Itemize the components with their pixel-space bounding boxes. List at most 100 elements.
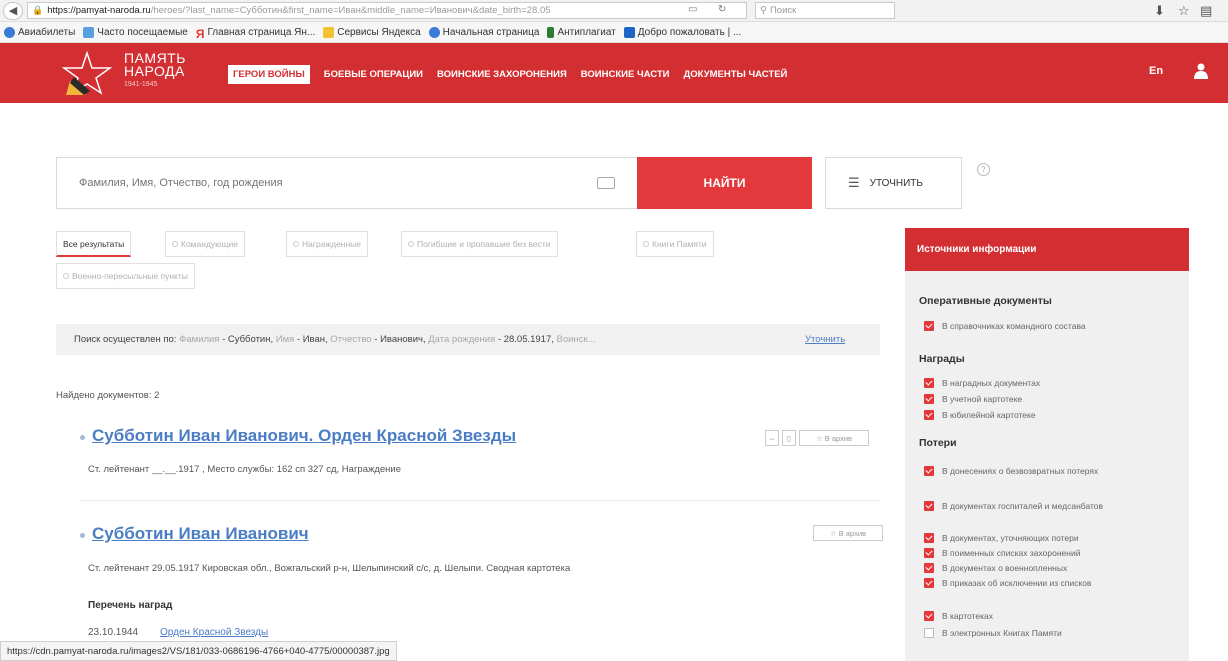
yandex-icon: Я [195, 26, 205, 41]
checkbox-checked-icon [924, 578, 934, 588]
query-key: Отчество [330, 334, 372, 345]
browser-toolbar: ◀ 🔒 https://pamyat-naroda.ru /heroes/?la… [0, 0, 1228, 22]
url-path: /heroes/?last_name=Субботин&first_name=И… [150, 5, 551, 16]
divider [80, 500, 880, 501]
bookmark-item[interactable]: Я Главная страница Ян... [195, 26, 316, 41]
nav-heroes[interactable]: ГЕРОИ ВОЙНЫ [228, 65, 310, 84]
source-checkbox[interactable]: В донесениях о безвозвратных потерях [924, 466, 1104, 476]
bookmark-item[interactable]: Начальная страница [428, 26, 540, 38]
checkbox-label: В наградных документах [942, 378, 1041, 388]
source-checkbox[interactable]: В документах, уточняющих потери [924, 533, 1079, 543]
reload-icon[interactable]: ↻ [718, 4, 726, 15]
checkbox-label: В юбилейной картотеке [942, 410, 1036, 420]
source-checkbox[interactable]: В картотеках [924, 611, 993, 621]
source-checkbox[interactable]: В справочниках командного состава [924, 321, 1086, 331]
query-value: Иван, [302, 334, 328, 345]
source-checkbox[interactable]: В документах госпиталей и медсанбатов [924, 501, 1104, 511]
nav-unit-documents[interactable]: ДОКУМЕНТЫ ЧАСТЕЙ [684, 69, 788, 80]
tab-awarded[interactable]: Награжденные [286, 231, 369, 257]
nav-units[interactable]: ВОИНСКИЕ ЧАСТИ [581, 69, 670, 80]
sliders-icon: ☰ [848, 175, 860, 190]
site-logo[interactable]: ПАМЯТЬ НАРОДА 1941-1945 [60, 51, 230, 95]
url-host: https://pamyat-naroda.ru [47, 5, 151, 16]
archive-button[interactable]: ☆ В архив [799, 430, 869, 446]
status-url: https://cdn.pamyat-naroda.ru/images2/VS/… [0, 641, 397, 661]
library-icon[interactable]: ▤ [1200, 3, 1212, 19]
find-button[interactable]: НАЙТИ [637, 157, 812, 209]
result-actions: ☆ В архив [810, 525, 883, 541]
checkbox-checked-icon [924, 378, 934, 388]
language-switch[interactable]: En [1149, 65, 1163, 77]
tab-label: Награжденные [302, 239, 362, 249]
doc-icon[interactable]: ▯ [782, 430, 796, 446]
nav-burials[interactable]: ВОИНСКИЕ ЗАХОРОНЕНИЯ [437, 69, 567, 80]
checkbox-checked-icon [924, 410, 934, 420]
checkbox-checked-icon [924, 394, 934, 404]
archive-button[interactable]: ☆ В архив [813, 525, 883, 541]
checkbox-label: В картотеках [942, 611, 993, 621]
search-input[interactable] [57, 158, 637, 208]
bookmark-label: Главная страница Ян... [207, 26, 316, 38]
tab-label: Книги Памяти [652, 239, 707, 249]
checkbox-label: В донесениях о безвозвратных потерях [942, 466, 1099, 476]
section-title: Потери [919, 437, 957, 449]
browser-search-field[interactable]: ⚲ Поиск [755, 2, 895, 19]
bookmark-item[interactable]: Авиабилеты [4, 26, 75, 38]
download-icon[interactable]: ⬇ [1154, 3, 1165, 19]
radio-icon [643, 241, 649, 247]
nav-operations[interactable]: БОЕВЫЕ ОПЕРАЦИИ [324, 69, 423, 80]
source-checkbox[interactable]: В поименных списках захоронений [924, 548, 1080, 558]
keyboard-icon[interactable] [597, 177, 615, 189]
address-bar[interactable]: 🔒 https://pamyat-naroda.ru /heroes/?last… [27, 2, 747, 19]
query-key: Дата рождения [428, 334, 496, 345]
source-checkbox[interactable]: В юбилейной картотеке [924, 410, 1036, 420]
found-count: Найдено документов: 2 [56, 390, 160, 401]
result-meta: Ст. лейтенант 29.05.1917 Кировская обл.,… [88, 563, 571, 574]
bookmark-label: Начальная страница [442, 26, 540, 38]
checkbox-unchecked-icon [924, 628, 934, 638]
page-icon [623, 26, 635, 38]
source-checkbox[interactable]: В учетной картотеке [924, 394, 1022, 404]
tab-commanders[interactable]: Командующие [165, 231, 245, 257]
user-icon[interactable] [1194, 63, 1208, 79]
tab-missing[interactable]: Погибшие и пропавшие без вести [401, 231, 558, 257]
bookmark-item[interactable]: Антиплагиат [547, 26, 616, 38]
checkbox-checked-icon [924, 548, 934, 558]
bookmark-label: Добро пожаловать | ... [637, 26, 742, 38]
checkbox-checked-icon [924, 563, 934, 573]
main-nav: ГЕРОИ ВОЙНЫ БОЕВЫЕ ОПЕРАЦИИ ВОИНСКИЕ ЗАХ… [228, 65, 801, 84]
logo-line2: НАРОДА [124, 63, 185, 79]
bookmark-item[interactable]: Добро пожаловать | ... [623, 26, 742, 38]
checkbox-checked-icon [924, 533, 934, 543]
award-link[interactable]: Орден Красной Звезды [160, 627, 268, 638]
share-icon[interactable]: ⇔ [765, 430, 779, 446]
bookmark-label: Часто посещаемые [97, 26, 188, 38]
checkbox-checked-icon [924, 501, 934, 511]
tab-transit-points[interactable]: Военно-пересыльные пункты [56, 263, 195, 289]
source-checkbox[interactable]: В электронных Книгах Памяти [924, 628, 1062, 638]
help-icon[interactable]: ? [977, 163, 990, 176]
result-title-link[interactable]: Субботин Иван Иванович [92, 524, 309, 544]
radio-icon [172, 241, 178, 247]
tab-label: Командующие [181, 239, 238, 249]
source-checkbox[interactable]: В документах о военнопленных [924, 563, 1067, 573]
bookmark-icon [83, 26, 95, 38]
bookmark-star-icon[interactable]: ☆ [1178, 3, 1190, 19]
source-checkbox[interactable]: В приказах об исключении из списков [924, 578, 1104, 588]
bookmark-item[interactable]: Сервисы Яндекса [323, 26, 421, 38]
query-value: Субботин, [227, 334, 274, 345]
refine-button[interactable]: ☰ УТОЧНИТЬ [825, 157, 962, 209]
checkbox-label: В электронных Книгах Памяти [942, 628, 1062, 638]
back-button[interactable]: ◀ [3, 1, 23, 20]
refine-label: УТОЧНИТЬ [869, 177, 923, 189]
tab-memory-books[interactable]: Книги Памяти [636, 231, 714, 257]
result-title-link[interactable]: Субботин Иван Иванович. Орден Красной Зв… [92, 426, 516, 446]
query-summary: Поиск осуществлен по: Фамилия - Субботин… [56, 324, 880, 355]
query-key: Воинск... [556, 334, 596, 345]
bookmark-item[interactable]: Часто посещаемые [83, 26, 188, 38]
tab-all-results[interactable]: Все результаты [56, 231, 132, 257]
source-checkbox[interactable]: В наградных документах [924, 378, 1040, 388]
reader-icon[interactable]: ▭ [688, 4, 697, 15]
refine-query-link[interactable]: Уточнить [805, 334, 845, 345]
bullet-icon [80, 435, 85, 440]
